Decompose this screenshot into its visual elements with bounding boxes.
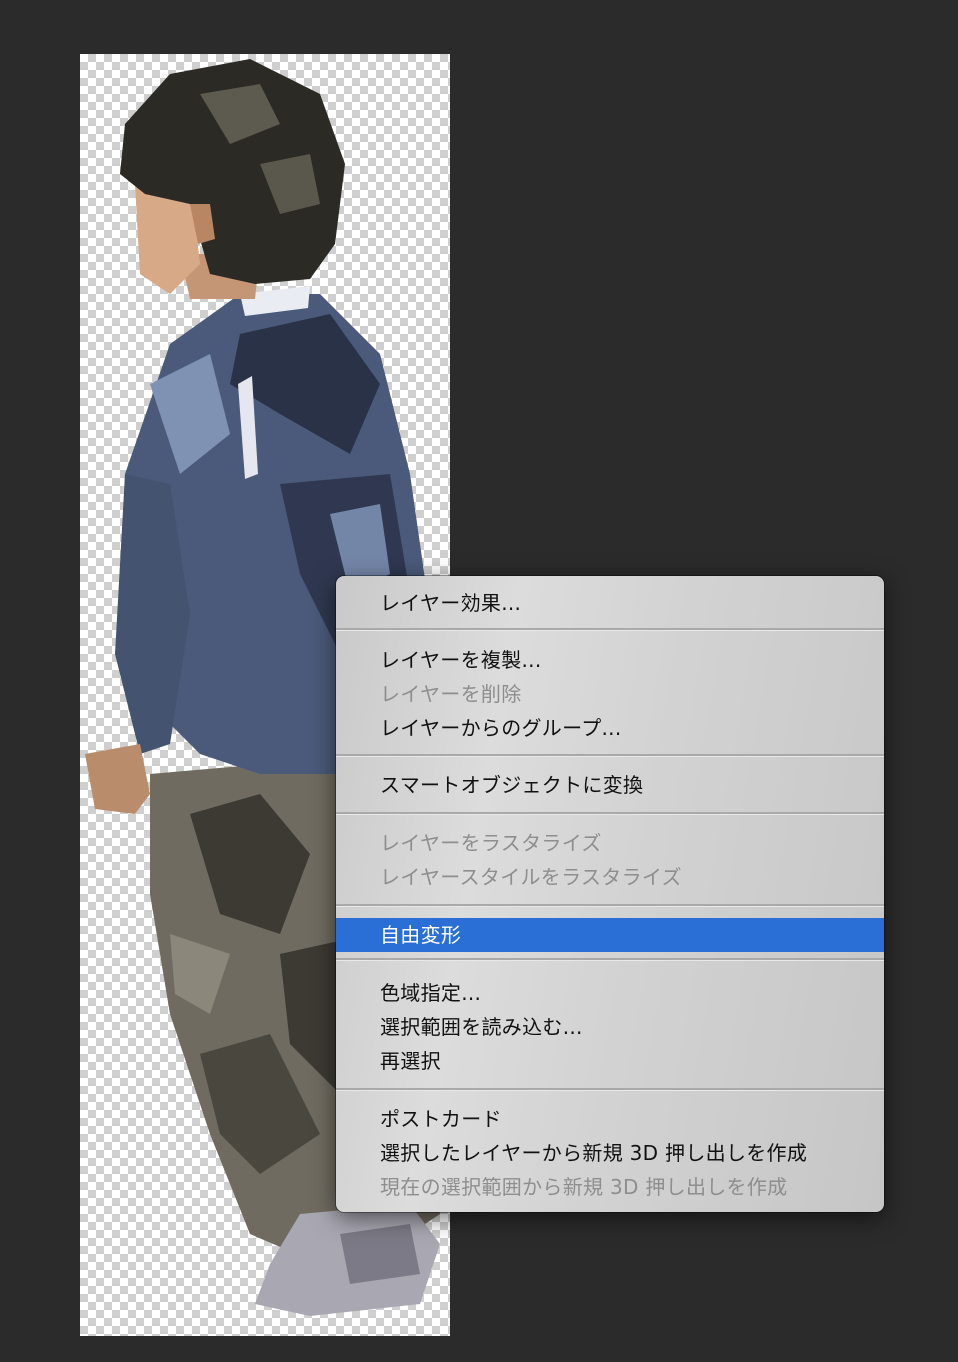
menu-item[interactable]: レイヤーを削除: [336, 677, 884, 711]
menu-separator: [336, 958, 884, 961]
menu-item[interactable]: スマートオブジェクトに変換: [336, 768, 884, 802]
menu-item[interactable]: レイヤー効果...: [336, 586, 884, 620]
menu-item[interactable]: ポストカード: [336, 1102, 884, 1136]
menu-item[interactable]: レイヤーからのグループ...: [336, 711, 884, 745]
menu-item[interactable]: 選択したレイヤーから新規 3D 押し出しを作成: [336, 1136, 884, 1170]
menu-item[interactable]: 再選択: [336, 1044, 884, 1078]
menu-item[interactable]: レイヤーをラスタライズ: [336, 826, 884, 860]
menu-item[interactable]: 現在の選択範囲から新規 3D 押し出しを作成: [336, 1170, 884, 1204]
menu-item[interactable]: 自由変形: [336, 918, 884, 952]
hand-shape: [85, 744, 150, 814]
photoshop-workspace: レイヤー効果... レイヤーを複製... レイヤーを削除 レイヤーからのグループ...…: [0, 0, 958, 1362]
shoe-shadow: [340, 1224, 420, 1284]
menu-item[interactable]: レイヤースタイルをラスタライズ: [336, 860, 884, 894]
menu-item[interactable]: 色域指定...: [336, 976, 884, 1010]
menu-separator: [336, 904, 884, 907]
menu-item[interactable]: レイヤーを複製...: [336, 643, 884, 677]
menu-separator: [336, 628, 884, 631]
menu-separator: [336, 754, 884, 757]
menu-separator: [336, 812, 884, 815]
menu-separator: [336, 1088, 884, 1091]
menu-item[interactable]: 選択範囲を読み込む...: [336, 1010, 884, 1044]
layer-context-menu: レイヤー効果... レイヤーを複製... レイヤーを削除 レイヤーからのグループ...…: [336, 576, 884, 1212]
